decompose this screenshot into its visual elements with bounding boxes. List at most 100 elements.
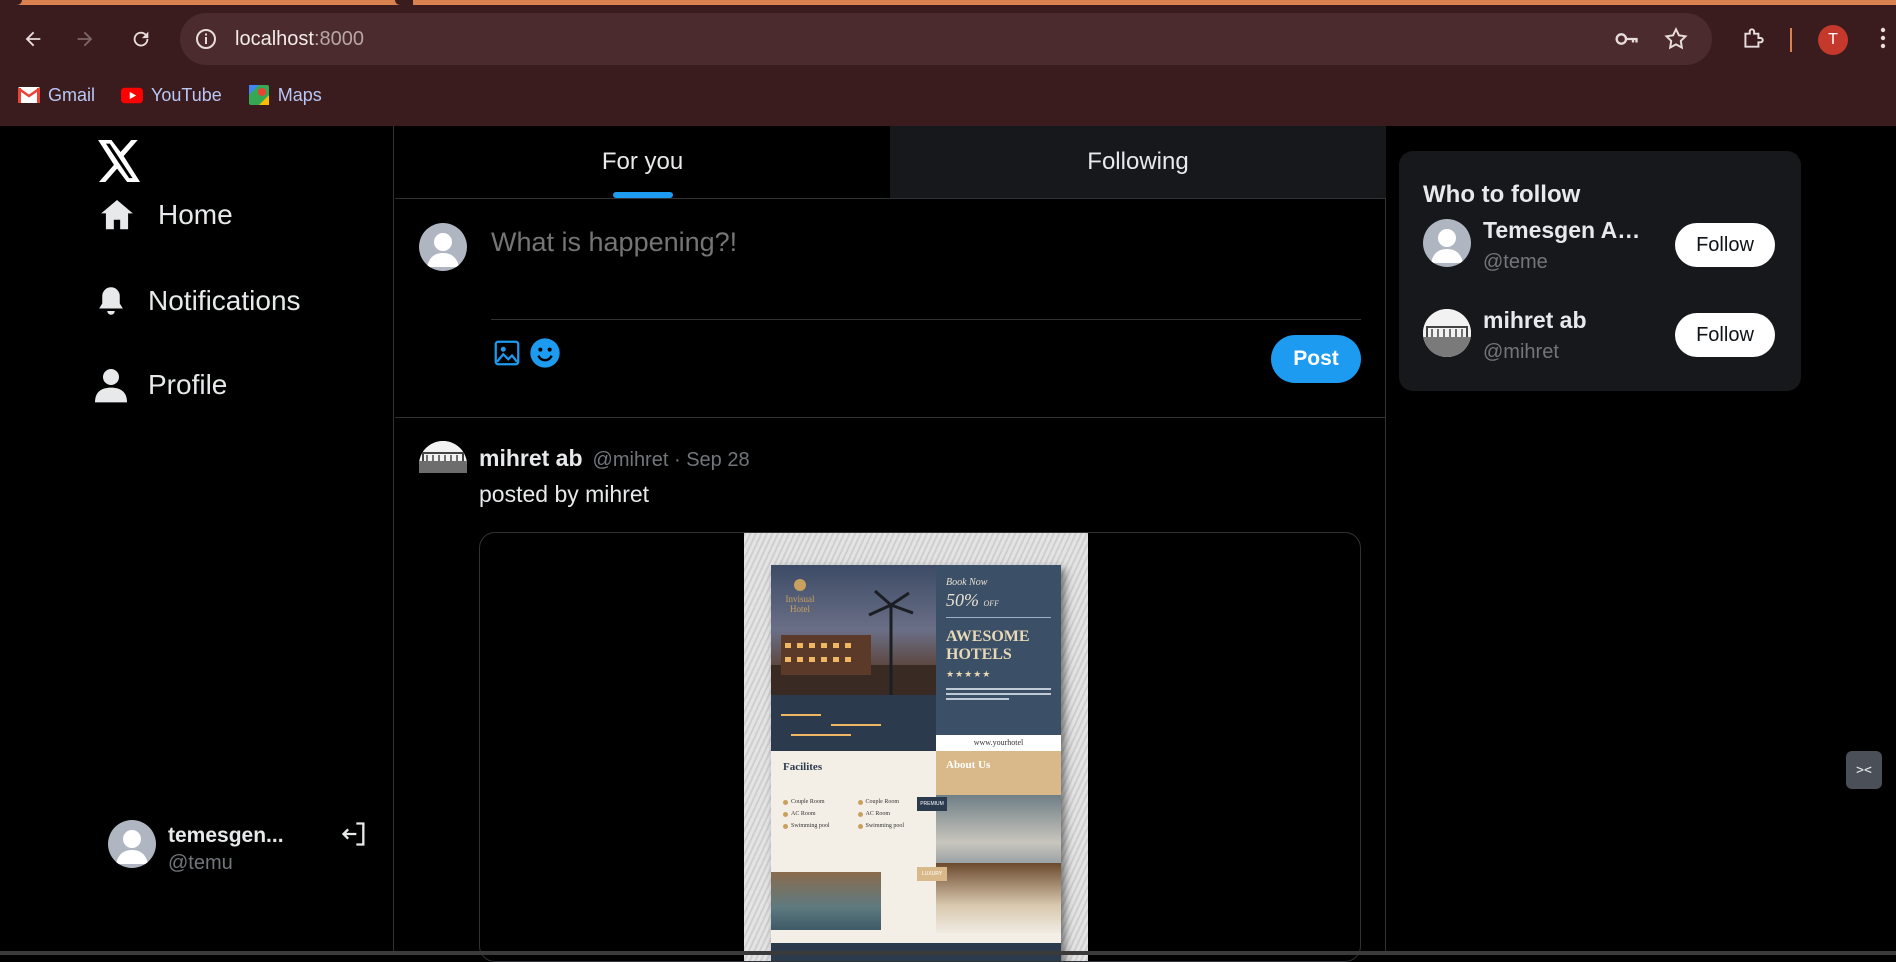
follow-button[interactable]: Follow — [1675, 223, 1775, 267]
floating-extension-icon[interactable]: >< — [1846, 751, 1882, 789]
flyer-body-lines — [946, 687, 1051, 700]
menu-kebab-icon[interactable] — [1870, 20, 1896, 56]
nav-label: Profile — [148, 369, 228, 400]
address-bar[interactable]: localhost:8000 — [180, 13, 1712, 65]
account-handle: @temu — [168, 852, 233, 874]
follow-suggestion[interactable]: mihret ab @mihret Follow — [1423, 307, 1783, 369]
account-switcher[interactable]: temesgen... @temu — [108, 820, 378, 876]
meta-separator: · — [673, 449, 681, 471]
tab-label: Following — [1087, 148, 1189, 175]
site-info-icon[interactable] — [192, 25, 220, 53]
post-button[interactable]: Post — [1271, 335, 1361, 383]
app-root: Home Notifications Profile temesgen... @… — [0, 126, 1896, 962]
follow-button[interactable]: Follow — [1675, 313, 1775, 357]
user-avatar — [1423, 309, 1471, 357]
compose-input[interactable] — [491, 227, 1361, 258]
flyer-facilities-grid: Couple Room Couple Room AC Room AC Room … — [783, 799, 924, 829]
nav-label: Notifications — [148, 285, 301, 316]
bookmark-youtube[interactable]: YouTube — [121, 82, 222, 108]
profile-avatar[interactable]: T — [1818, 25, 1848, 55]
tab-strip-edge — [0, 0, 1896, 5]
bookmark-maps[interactable]: Maps — [248, 82, 322, 108]
tab-strip-edge-right — [395, 0, 413, 5]
tab-following[interactable]: Following — [890, 126, 1386, 198]
browser-chrome: localhost:8000 T Gmail YouTube Maps — [0, 0, 1896, 126]
flyer-facility: Couple Room — [858, 799, 925, 805]
tweet-meta: @mihret · Sep 28 — [593, 449, 750, 472]
follow-suggestion[interactable]: Temesgen Ab... @teme Follow — [1423, 217, 1783, 279]
flyer-facilities: Facilites Couple Room Couple Room AC Roo… — [771, 751, 936, 961]
suggestion-name[interactable]: Temesgen Ab... — [1483, 217, 1643, 244]
x-logo-icon[interactable] — [98, 140, 142, 184]
gmail-icon — [18, 86, 40, 104]
flyer-text-line — [946, 687, 1051, 690]
flyer-facilities-title: Facilites — [783, 761, 823, 773]
window-bottom-edge — [0, 951, 1896, 955]
composer-divider — [491, 319, 1361, 320]
flyer-book-now: Book Now — [946, 577, 988, 588]
extensions-icon[interactable] — [1736, 20, 1770, 56]
flyer-luxury-tag: LUXURY — [917, 867, 947, 881]
flyer-discount-value: 50% — [946, 590, 979, 610]
url-host: localhost — [235, 28, 314, 50]
flyer-text-line — [946, 697, 1009, 700]
tweet-media[interactable]: Invisual Hotel Book Now 50% OFF AWESOME … — [479, 532, 1361, 962]
post-composer: Post — [395, 199, 1386, 418]
reload-button[interactable] — [124, 22, 158, 56]
flyer-stars: ★★★★★ — [946, 668, 992, 679]
flyer-text-line — [946, 692, 1051, 695]
active-tab-indicator — [613, 192, 673, 198]
tweet-text: posted by mihret — [479, 481, 650, 507]
bookmarks-bar: Gmail YouTube Maps — [18, 82, 322, 108]
url-text[interactable]: localhost:8000 — [235, 28, 364, 51]
tweet-author-name[interactable]: mihret ab — [479, 445, 583, 472]
timeline-tabs: For you Following — [395, 126, 1386, 199]
nav-item-profile[interactable]: Profile — [94, 364, 227, 406]
back-arrow-icon — [25, 31, 41, 47]
image-upload-icon[interactable] — [491, 337, 523, 369]
tab-strip-edge-left — [0, 0, 22, 5]
bookmark-gmail[interactable]: Gmail — [18, 82, 95, 108]
media-image: Invisual Hotel Book Now 50% OFF AWESOME … — [744, 533, 1088, 961]
password-key-icon[interactable] — [1612, 25, 1640, 53]
nav-item-home[interactable]: Home — [96, 194, 233, 236]
bookmark-star-icon[interactable] — [1662, 25, 1690, 53]
youtube-icon — [121, 86, 144, 104]
tab-for-you[interactable]: For you — [395, 126, 890, 198]
default-avatar-icon — [108, 820, 156, 868]
account-name: temesgen... — [168, 824, 284, 847]
bell-icon — [94, 280, 128, 322]
user-icon — [94, 364, 128, 406]
forward-button[interactable] — [68, 22, 102, 56]
flyer-about-title: About Us — [946, 759, 991, 771]
flyer-discount: 50% OFF — [946, 590, 1051, 618]
toolbar-separator — [1790, 28, 1792, 52]
bookmark-label: Gmail — [48, 84, 96, 105]
back-button[interactable] — [16, 22, 50, 56]
maps-icon — [248, 85, 270, 105]
flyer-facility: Swimming pool — [858, 823, 925, 829]
user-avatar — [419, 441, 467, 473]
who-to-follow-panel: Who to follow Temesgen Ab... @teme Follo… — [1399, 151, 1801, 391]
main-timeline: For you Following Post — [395, 126, 1386, 962]
flyer-bedroom-photo — [936, 863, 1061, 933]
flyer-facility: AC Room — [783, 811, 850, 817]
tweet-author-handle[interactable]: @mihret — [593, 449, 669, 471]
emoji-icon[interactable] — [529, 337, 561, 369]
logout-icon[interactable] — [340, 820, 370, 850]
home-icon — [96, 194, 138, 236]
hotel-flyer-image: Invisual Hotel Book Now 50% OFF AWESOME … — [771, 565, 1061, 961]
flyer-pool-photo — [771, 872, 881, 930]
nav-item-notifications[interactable]: Notifications — [94, 280, 301, 322]
nav-label: Home — [158, 199, 233, 230]
tweet[interactable]: mihret ab @mihret · Sep 28 posted by mih… — [395, 419, 1386, 962]
bookmark-label: Maps — [277, 84, 322, 105]
suggestion-handle: @teme — [1483, 251, 1548, 273]
flyer-facility: Couple Room — [783, 799, 850, 805]
tweet-date[interactable]: Sep 28 — [686, 449, 749, 471]
who-to-follow-title: Who to follow — [1423, 181, 1581, 208]
flyer-url: www.yourhotel — [936, 735, 1061, 751]
flyer-premium-tag: PREMIUM — [917, 797, 947, 811]
suggestion-name[interactable]: mihret ab — [1483, 307, 1643, 334]
left-sidebar: Home Notifications Profile temesgen... @… — [0, 126, 394, 955]
